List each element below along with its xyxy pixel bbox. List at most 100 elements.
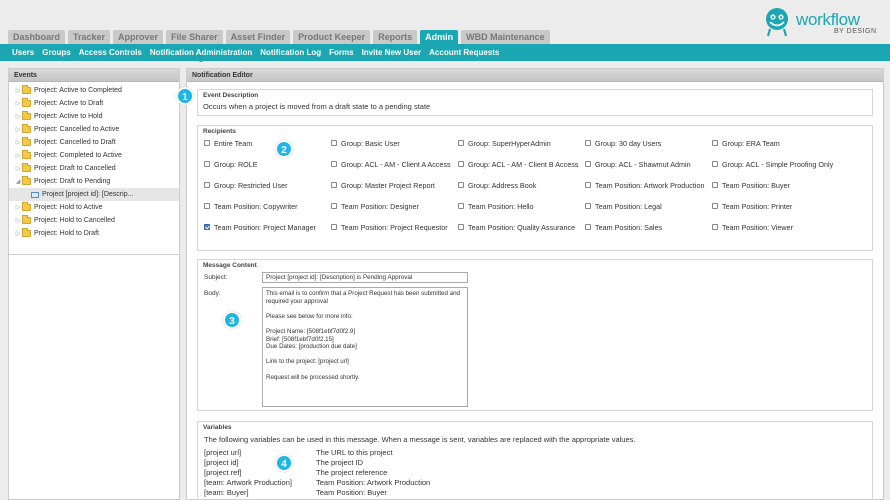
- recipient-checkbox[interactable]: [585, 140, 591, 146]
- recipient-option[interactable]: Group: Address Book: [458, 181, 585, 199]
- collapsed-arrow-icon[interactable]: ▷: [14, 165, 22, 172]
- recipient-option[interactable]: Group: ACL - Shawmut Admin: [585, 160, 712, 178]
- recipient-option[interactable]: Group: 30 day Users: [585, 139, 712, 157]
- body-textarea[interactable]: This email is to confirm that a Project …: [262, 287, 468, 407]
- recipient-checkbox[interactable]: [204, 161, 210, 167]
- recipient-option[interactable]: Group: Master Project Report: [331, 181, 458, 199]
- subnav-invite-new-user[interactable]: Invite New User: [362, 48, 422, 57]
- collapsed-arrow-icon[interactable]: ▷: [14, 152, 22, 159]
- recipient-checkbox[interactable]: [204, 224, 210, 230]
- collapsed-arrow-icon[interactable]: ▷: [14, 230, 22, 237]
- tab-product-keeper[interactable]: Product Keeper: [293, 30, 371, 44]
- recipient-option[interactable]: Team Position: Sales: [585, 223, 712, 241]
- recipient-checkbox[interactable]: [331, 161, 337, 167]
- recipient-checkbox[interactable]: [458, 140, 464, 146]
- recipient-option[interactable]: Team Position: Buyer: [712, 181, 839, 199]
- tab-admin[interactable]: Admin: [420, 30, 459, 44]
- recipient-checkbox[interactable]: [712, 182, 718, 188]
- recipient-checkbox[interactable]: [331, 182, 337, 188]
- recipient-checkbox[interactable]: [458, 182, 464, 188]
- subnav-users[interactable]: Users: [12, 48, 34, 57]
- event-tree-item[interactable]: ▷ Project: Completed to Active: [9, 149, 179, 162]
- subnav-groups[interactable]: Groups: [42, 48, 70, 57]
- event-tree-item[interactable]: ▷ Project: Hold to Active: [9, 201, 179, 214]
- collapsed-arrow-icon[interactable]: ▷: [14, 139, 22, 146]
- recipient-option[interactable]: Team Position: Quality Assurance: [458, 223, 585, 241]
- recipient-checkbox[interactable]: [204, 140, 210, 146]
- recipient-checkbox[interactable]: [712, 161, 718, 167]
- recipient-option[interactable]: Group: ROLE: [204, 160, 331, 178]
- variable-key: [team: Buyer]: [204, 488, 249, 497]
- recipient-checkbox[interactable]: [458, 203, 464, 209]
- tab-approver[interactable]: Approver: [113, 30, 164, 44]
- recipient-label: Group: 30 day Users: [595, 139, 662, 148]
- recipient-checkbox[interactable]: [712, 224, 718, 230]
- event-notification-item[interactable]: Project [project id]: [Descrip...: [9, 188, 179, 201]
- recipient-option[interactable]: Group: ACL - AM - Client A Access: [331, 160, 458, 178]
- logo-wordmark: workflow: [796, 10, 860, 29]
- tab-file-sharer[interactable]: File Sharer: [166, 30, 223, 44]
- collapsed-arrow-icon[interactable]: ▷: [14, 126, 22, 133]
- event-tree-item[interactable]: ▷ Project: Cancelled to Active: [9, 123, 179, 136]
- subnav-notification-administration[interactable]: Notification Administration: [150, 48, 252, 62]
- logo-tagline: BY DESIGN: [834, 28, 877, 35]
- tab-tracker[interactable]: Tracker: [68, 30, 111, 44]
- recipient-checkbox[interactable]: [331, 140, 337, 146]
- admin-subnav: Users Groups Access Controls Notification A…: [0, 44, 890, 62]
- recipient-option[interactable]: Group: ACL - Simple Proofing Only: [712, 160, 839, 178]
- recipient-option[interactable]: Team Position: Project Manager: [204, 223, 331, 241]
- event-tree-item[interactable]: ▷ Project: Active to Hold: [9, 110, 179, 123]
- recipient-checkbox[interactable]: [712, 140, 718, 146]
- event-tree-item[interactable]: ▷ Project: Cancelled to Draft: [9, 136, 179, 149]
- tab-asset-finder[interactable]: Asset Finder: [225, 30, 291, 44]
- recipient-option[interactable]: Group: Restricted User: [204, 181, 331, 199]
- event-tree-item[interactable]: ▷ Project: Active to Completed: [9, 84, 179, 97]
- recipient-option[interactable]: Team Position: Project Requestor: [331, 223, 458, 241]
- variable-description: The URL to this project: [316, 448, 393, 457]
- recipient-option[interactable]: Team Position: Designer: [331, 202, 458, 220]
- recipient-checkbox[interactable]: [585, 161, 591, 167]
- collapsed-arrow-icon[interactable]: ▷: [14, 217, 22, 224]
- recipient-option[interactable]: Group: Basic User: [331, 139, 458, 157]
- recipient-option[interactable]: Team Position: Artwork Production: [585, 181, 712, 199]
- recipient-checkbox[interactable]: [204, 182, 210, 188]
- collapsed-arrow-icon[interactable]: ▷: [14, 113, 22, 120]
- event-tree-item[interactable]: ▷ Project: Hold to Draft: [9, 227, 179, 240]
- tab-wbd-maintenance[interactable]: WBD Maintenance: [461, 30, 550, 44]
- recipient-option[interactable]: Group: SuperHyperAdmin: [458, 139, 585, 157]
- recipient-checkbox[interactable]: [585, 224, 591, 230]
- collapsed-arrow-icon[interactable]: ▷: [14, 87, 22, 94]
- event-tree-item[interactable]: ◢ Project: Draft to Pending: [9, 175, 179, 188]
- recipient-option[interactable]: Team Position: Copywriter: [204, 202, 331, 220]
- tab-dashboard[interactable]: Dashboard: [8, 30, 66, 44]
- recipient-checkbox[interactable]: [458, 161, 464, 167]
- subnav-notification-log[interactable]: Notification Log: [260, 48, 321, 57]
- collapsed-arrow-icon[interactable]: ▷: [14, 204, 22, 211]
- subject-input[interactable]: [262, 272, 468, 283]
- events-panel-title: Events: [9, 69, 179, 82]
- recipient-checkbox[interactable]: [204, 203, 210, 209]
- recipient-option[interactable]: Group: ERA Team: [712, 139, 839, 157]
- recipient-option[interactable]: Entire Team: [204, 139, 331, 157]
- subnav-forms[interactable]: Forms: [329, 48, 353, 57]
- recipient-label: Team Position: Project Manager: [214, 223, 316, 232]
- recipient-option[interactable]: Team Position: Hello: [458, 202, 585, 220]
- recipient-checkbox[interactable]: [331, 224, 337, 230]
- recipient-option[interactable]: Team Position: Legal: [585, 202, 712, 220]
- recipient-option[interactable]: Team Position: Printer: [712, 202, 839, 220]
- collapsed-arrow-icon[interactable]: ▷: [14, 100, 22, 107]
- subnav-account-requests[interactable]: Account Requests: [429, 48, 499, 57]
- event-tree-item[interactable]: ▷ Project: Hold to Cancelled: [9, 214, 179, 227]
- recipient-checkbox[interactable]: [712, 203, 718, 209]
- recipient-checkbox[interactable]: [585, 182, 591, 188]
- event-tree-item[interactable]: ▷ Project: Active to Draft: [9, 97, 179, 110]
- recipient-checkbox[interactable]: [585, 203, 591, 209]
- recipient-option[interactable]: Group: ACL - AM - Client B Access: [458, 160, 585, 178]
- tab-reports[interactable]: Reports: [373, 30, 418, 44]
- recipient-checkbox[interactable]: [458, 224, 464, 230]
- recipient-option[interactable]: Team Position: Viewer: [712, 223, 839, 241]
- expanded-arrow-icon[interactable]: ◢: [14, 178, 22, 185]
- event-tree-item[interactable]: ▷ Project: Draft to Cancelled: [9, 162, 179, 175]
- subnav-access-controls[interactable]: Access Controls: [79, 48, 142, 57]
- recipient-checkbox[interactable]: [331, 203, 337, 209]
